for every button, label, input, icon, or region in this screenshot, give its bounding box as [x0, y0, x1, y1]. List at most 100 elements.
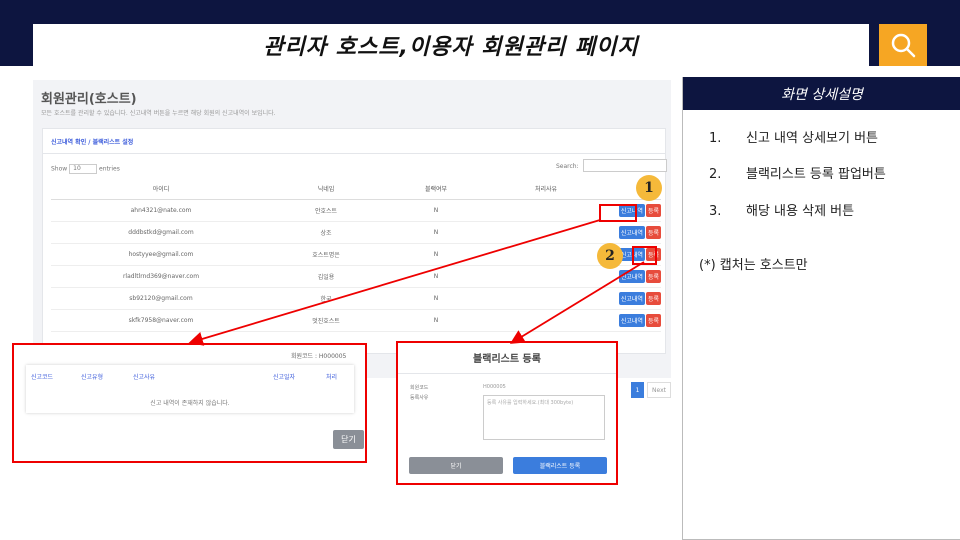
- detail-note: (*) 캡처는 호스트만: [699, 258, 808, 273]
- detail-panel: 화면 상세설명 1. 신고 내역 상세보기 버튼 2. 블랙리스트 등록 팝업버튼 …: [682, 77, 960, 540]
- page-1-button[interactable]: 1: [631, 382, 644, 398]
- cell-action: 신고내역 등록: [601, 309, 661, 332]
- blacklist-register-button[interactable]: 등록: [645, 313, 661, 327]
- header-report-reason: 신고사유: [133, 374, 156, 381]
- cell-black: N: [381, 309, 491, 332]
- cell-reason: [491, 221, 601, 244]
- admin-screenshot: 회원관리(호스트) 모든 호스트를 관리할 수 있습니다. 신고내역 버튼을 누…: [33, 80, 671, 398]
- header-report-action: 처리: [326, 374, 338, 381]
- register-blacklist-button[interactable]: 블랙리스트 등록: [513, 457, 607, 474]
- detail-item-number: 2.: [709, 167, 722, 182]
- detail-item-text: 해당 내용 삭제 버튼: [746, 204, 855, 219]
- member-table: 아이디 닉네임 블랙여부 처리사유 처리 ahn4321@nate.com안호스…: [51, 179, 661, 332]
- detail-item-2: 2. 블랙리스트 등록 팝업버튼: [709, 163, 886, 182]
- blacklist-modal-title: 블랙리스트 등록: [473, 354, 541, 365]
- cell-nickname: 상조: [271, 221, 381, 244]
- detail-item-3: 3. 해당 내용 삭제 버튼: [709, 200, 854, 219]
- show-label: Show: [51, 165, 68, 173]
- member-table-card: 신고내역 확인 / 블랙리스트 설정 Show 10 entries Searc…: [42, 128, 671, 398]
- table-row: rladltlrnd369@naver.com 김일용 N 신고내역 등록: [51, 265, 661, 288]
- report-history-button[interactable]: 신고내역: [618, 291, 645, 305]
- cell-action: 신고내역 등록: [601, 221, 661, 244]
- title-bar: 관리자 호스트,이용자 회원관리 페이지: [33, 24, 869, 66]
- header-report-type: 신고유형: [81, 374, 104, 381]
- member-management-title: 회원관리(호스트): [41, 92, 137, 107]
- member-code: 회원코드 : H000005: [291, 353, 347, 360]
- divider: [43, 153, 665, 154]
- header-report-date: 신고일자: [273, 374, 296, 381]
- col-nickname[interactable]: 닉네임: [271, 179, 381, 200]
- page-title: 관리자 호스트,이용자 회원관리 페이지: [263, 35, 639, 60]
- table-row: skfk7958@naver.com 멋진호스트 N 신고내역 등록: [51, 309, 661, 332]
- detail-panel-header: 화면 상세설명: [683, 77, 960, 110]
- table-header-row: 아이디 닉네임 블랙여부 처리사유 처리: [51, 179, 661, 200]
- detail-item-number: 3.: [709, 204, 722, 219]
- table-row: sb92120@gmail.com 한국 N 신고내역 등록: [51, 287, 661, 310]
- report-history-button[interactable]: 신고내역: [618, 313, 645, 327]
- detail-item-text: 블랙리스트 등록 팝업버튼: [746, 167, 886, 182]
- cell-action: 신고내역 등록: [601, 287, 661, 310]
- close-button[interactable]: 닫기: [333, 430, 364, 449]
- report-button-highlight: [599, 204, 637, 222]
- blacklist-register-button[interactable]: 등록: [645, 225, 661, 239]
- table-row: ahn4321@nate.com 안호스트 N 신고내역 등록: [51, 199, 661, 222]
- cell-id: dddbstkd@gmail.com: [51, 221, 271, 244]
- cell-nickname: 김일용: [271, 265, 381, 288]
- search-icon: [891, 33, 916, 58]
- cell-id: rladltlrnd369@naver.com: [51, 265, 271, 288]
- reason-label: 등록사유: [410, 395, 429, 401]
- report-history-modal: 회원코드 : H000005 신고코드 신고유형 신고사유 신고일자 처리 신고…: [12, 343, 367, 463]
- entries-label: entries: [99, 165, 120, 173]
- detail-item-text: 신고 내역 상세보기 버튼: [746, 131, 878, 146]
- cell-black: N: [381, 287, 491, 310]
- report-table: 신고코드 신고유형 신고사유 신고일자 처리 신고 내역이 존재하지 않습니다.: [26, 365, 354, 413]
- table-search-label: Search:: [556, 163, 579, 170]
- callout-2: 2: [597, 243, 623, 269]
- cell-black: N: [381, 265, 491, 288]
- empty-message: 신고 내역이 존재하지 않습니다.: [150, 400, 230, 407]
- report-history-button[interactable]: 신고내역: [618, 269, 645, 283]
- cell-nickname: 안호스트: [271, 199, 381, 222]
- col-reason[interactable]: 처리사유: [491, 179, 601, 200]
- table-search-input[interactable]: [583, 159, 667, 172]
- detail-panel-title: 화면 상세설명: [781, 86, 863, 103]
- close-button[interactable]: 닫기: [409, 457, 503, 474]
- cell-reason: [491, 287, 601, 310]
- cell-nickname: 멋진호스트: [271, 309, 381, 332]
- blacklist-modal: 블랙리스트 등록 회원코드 H000005 등록사유 등록 사유를 입력하세요.…: [396, 341, 618, 485]
- cell-nickname: 호스트명은: [271, 243, 381, 266]
- cell-reason: [491, 265, 601, 288]
- cell-black: N: [381, 243, 491, 266]
- entries-control: Show 10 entries: [51, 164, 120, 174]
- entries-select[interactable]: 10: [69, 164, 98, 174]
- cell-id: sb92120@gmail.com: [51, 287, 271, 310]
- col-id[interactable]: 아이디: [51, 179, 271, 200]
- col-black[interactable]: 블랙여부: [381, 179, 491, 200]
- search-button[interactable]: [879, 24, 927, 66]
- blacklist-register-button[interactable]: 등록: [645, 291, 661, 305]
- cell-reason: [491, 199, 601, 222]
- reason-textarea[interactable]: 등록 사유를 입력하세요.(최대 300byte): [483, 395, 605, 440]
- register-button-highlight: [632, 246, 657, 265]
- detail-item-1: 1. 신고 내역 상세보기 버튼: [709, 127, 878, 146]
- callout-1: 1: [636, 175, 662, 201]
- cell-id: ahn4321@nate.com: [51, 199, 271, 222]
- blacklist-register-button[interactable]: 등록: [645, 269, 661, 283]
- member-code-label: 회원코드: [410, 385, 429, 391]
- cell-black: N: [381, 221, 491, 244]
- next-page-button[interactable]: Next: [647, 382, 671, 398]
- cell-id: skfk7958@naver.com: [51, 309, 271, 332]
- cell-reason: [491, 309, 601, 332]
- table-row: hostyyee@gmail.com 호스트명은 N 신고내역 등록: [51, 243, 661, 266]
- cell-black: N: [381, 199, 491, 222]
- report-history-button[interactable]: 신고내역: [618, 225, 645, 239]
- blacklist-register-button[interactable]: 등록: [645, 203, 661, 217]
- divider: [398, 373, 616, 374]
- cell-nickname: 한국: [271, 287, 381, 310]
- tab-report-blacklist[interactable]: 신고내역 확인 / 블랙리스트 설정: [51, 137, 133, 146]
- member-code-value: H000005: [483, 384, 506, 390]
- cell-reason: [491, 243, 601, 266]
- header-report-code: 신고코드: [31, 374, 54, 381]
- member-management-description: 모든 호스트를 관리할 수 있습니다. 신고내역 버튼을 누르면 해당 회원의 …: [41, 110, 276, 117]
- cell-id: hostyyee@gmail.com: [51, 243, 271, 266]
